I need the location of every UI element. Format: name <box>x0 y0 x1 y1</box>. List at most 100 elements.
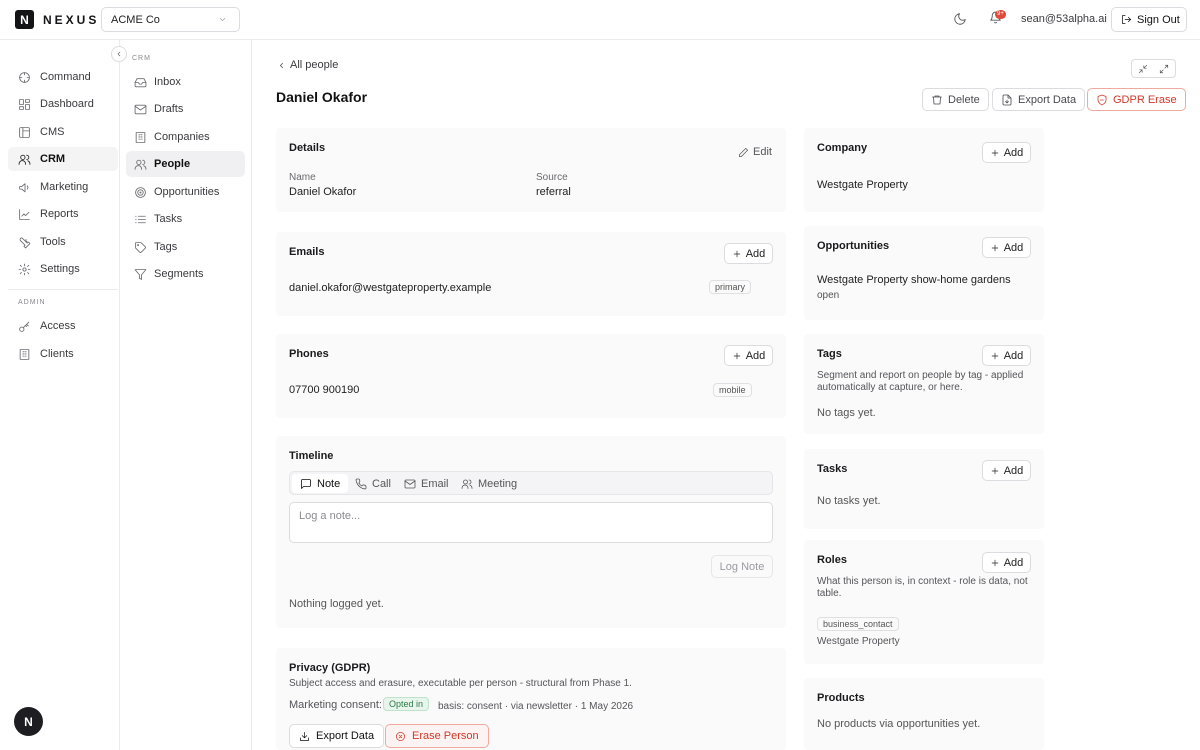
chevron-down-icon <box>219 18 226 21</box>
sign-out-label: Sign Out <box>1137 13 1180 26</box>
subnav-item-companies[interactable]: Companies <box>126 124 245 150</box>
add-company-button[interactable]: Add <box>982 142 1031 163</box>
user-email[interactable]: sean@53alpha.ai <box>1021 13 1107 25</box>
add-tag-button[interactable]: Add <box>982 345 1031 366</box>
subnav-item-label: Tags <box>154 241 178 253</box>
add-opportunity-button[interactable]: Add <box>982 237 1031 258</box>
export-data-button[interactable]: Export Data <box>992 88 1086 111</box>
company-value[interactable]: Westgate Property <box>817 179 908 191</box>
megaphone-icon <box>19 182 29 192</box>
products-title: Products <box>817 692 865 704</box>
products-card: Products No products via opportunities y… <box>804 678 1044 750</box>
consent-basis: basis: consent · via newsletter · 1 May … <box>438 701 634 712</box>
sign-out-button[interactable]: Sign Out <box>1111 7 1187 32</box>
emails-card: Emails Add daniel.okafor@westgatepropert… <box>276 232 786 316</box>
name-label: Name <box>289 172 316 183</box>
app-name: NEXUS <box>43 13 100 27</box>
name-value: Daniel Okafor <box>289 186 357 198</box>
maximize-icon[interactable] <box>1159 64 1169 74</box>
sidebar-item-reports[interactable]: Reports <box>8 202 118 226</box>
add-email-button[interactable]: Add <box>724 243 773 264</box>
gdpr-erase-label: GDPR Erase <box>1113 93 1177 106</box>
logo-mark[interactable]: N <box>15 10 34 29</box>
sidebar-item-crm[interactable]: CRM <box>8 147 118 171</box>
tag-icon <box>135 241 146 253</box>
consent-label: Marketing consent: <box>289 699 382 711</box>
chevron-left-icon <box>280 62 283 68</box>
building-icon <box>135 131 146 143</box>
subnav-item-tags[interactable]: Tags <box>126 234 245 260</box>
opportunity-name[interactable]: Westgate Property show-home gardens <box>817 274 1011 286</box>
mail-icon <box>404 479 416 488</box>
add-task-button[interactable]: Add <box>982 460 1031 481</box>
chart-icon <box>19 208 30 220</box>
phones-title: Phones <box>289 348 329 360</box>
timeline-title: Timeline <box>289 450 334 462</box>
tab-email[interactable]: Email <box>396 474 457 493</box>
sidebar-item-access[interactable]: Access <box>8 314 118 338</box>
sidebar-item-settings[interactable]: Settings <box>8 257 118 281</box>
subnav-item-inbox[interactable]: Inbox <box>126 69 245 95</box>
list-icon <box>135 215 146 223</box>
sidebar-item-cms[interactable]: CMS <box>8 120 118 144</box>
add-role-button[interactable]: Add <box>982 552 1031 573</box>
edit-details-button[interactable]: Edit <box>738 146 772 158</box>
back-to-people-link[interactable]: All people <box>277 59 338 71</box>
tab-label: Call <box>372 477 391 490</box>
subnav-item-segments[interactable]: Segments <box>126 261 245 287</box>
help-avatar-button[interactable]: N <box>14 707 43 736</box>
back-link-label: All people <box>290 59 339 71</box>
add-label: Add <box>745 247 766 260</box>
erase-person-button[interactable]: Erase Person <box>385 724 489 748</box>
subnav-item-label: Inbox <box>154 76 181 88</box>
plus-icon <box>733 250 740 257</box>
subnav-item-drafts[interactable]: Drafts <box>126 96 245 122</box>
moon-icon[interactable] <box>953 12 967 26</box>
sidebar-item-label: Reports <box>40 208 79 220</box>
subnav-item-opportunities[interactable]: Opportunities <box>126 179 245 205</box>
minimize-icon[interactable] <box>1138 64 1148 74</box>
sidebar-item-label: Settings <box>40 263 80 275</box>
tab-note[interactable]: Note <box>292 474 349 493</box>
email-value[interactable]: daniel.okafor@westgateproperty.example <box>289 282 491 294</box>
gdpr-erase-button[interactable]: GDPR Erase <box>1087 88 1186 111</box>
sidebar-item-command[interactable]: Command <box>8 65 118 89</box>
org-select[interactable]: ACME Co <box>101 7 240 32</box>
opportunities-title: Opportunities <box>817 240 890 252</box>
tasks-empty: No tasks yet. <box>817 495 881 507</box>
add-label: Add <box>1003 349 1024 362</box>
sidebar-section-admin: ADMIN <box>18 299 46 306</box>
tab-call[interactable]: Call <box>347 474 399 493</box>
tab-meeting[interactable]: Meeting <box>453 474 525 493</box>
inbox-icon <box>134 77 147 87</box>
sidebar-item-clients[interactable]: Clients <box>8 342 118 366</box>
timeline-card: Timeline Note Call Email Meeting Log a n… <box>276 436 786 628</box>
export-label: Export Data <box>1018 93 1077 106</box>
add-label: Add <box>1003 556 1024 569</box>
subnav-item-tasks[interactable]: Tasks <box>126 206 245 232</box>
tags-empty: No tags yet. <box>817 407 876 419</box>
details-title: Details <box>289 142 326 154</box>
collapse-sidebar-button[interactable] <box>111 46 127 62</box>
privacy-export-button[interactable]: Export Data <box>289 724 385 748</box>
phone-value[interactable]: 07700 900190 <box>289 384 359 396</box>
note-input[interactable]: Log a note... <box>289 502 773 543</box>
log-note-button[interactable]: Log Note <box>711 555 773 578</box>
x-circle-icon <box>396 731 405 741</box>
role-company: Westgate Property <box>817 636 900 647</box>
privacy-description: Subject access and erasure, executable p… <box>289 678 632 689</box>
sidebar-item-label: CMS <box>40 126 65 138</box>
sidebar-item-marketing[interactable]: Marketing <box>8 175 118 199</box>
cms-icon <box>19 126 30 138</box>
delete-button[interactable]: Delete <box>922 88 989 111</box>
crm-icon <box>18 154 31 165</box>
sidebar-item-dashboard[interactable]: Dashboard <box>8 92 118 116</box>
sidebar-item-tools[interactable]: Tools <box>8 230 118 254</box>
add-phone-button[interactable]: Add <box>724 345 773 366</box>
pencil-icon <box>739 147 748 157</box>
sidebar-item-label: Access <box>40 320 76 332</box>
privacy-export-label: Export Data <box>316 730 375 742</box>
subnav-item-people[interactable]: People <box>126 151 245 177</box>
opportunities-card: Opportunities Add Westgate Property show… <box>804 226 1044 320</box>
download-icon <box>300 731 309 741</box>
